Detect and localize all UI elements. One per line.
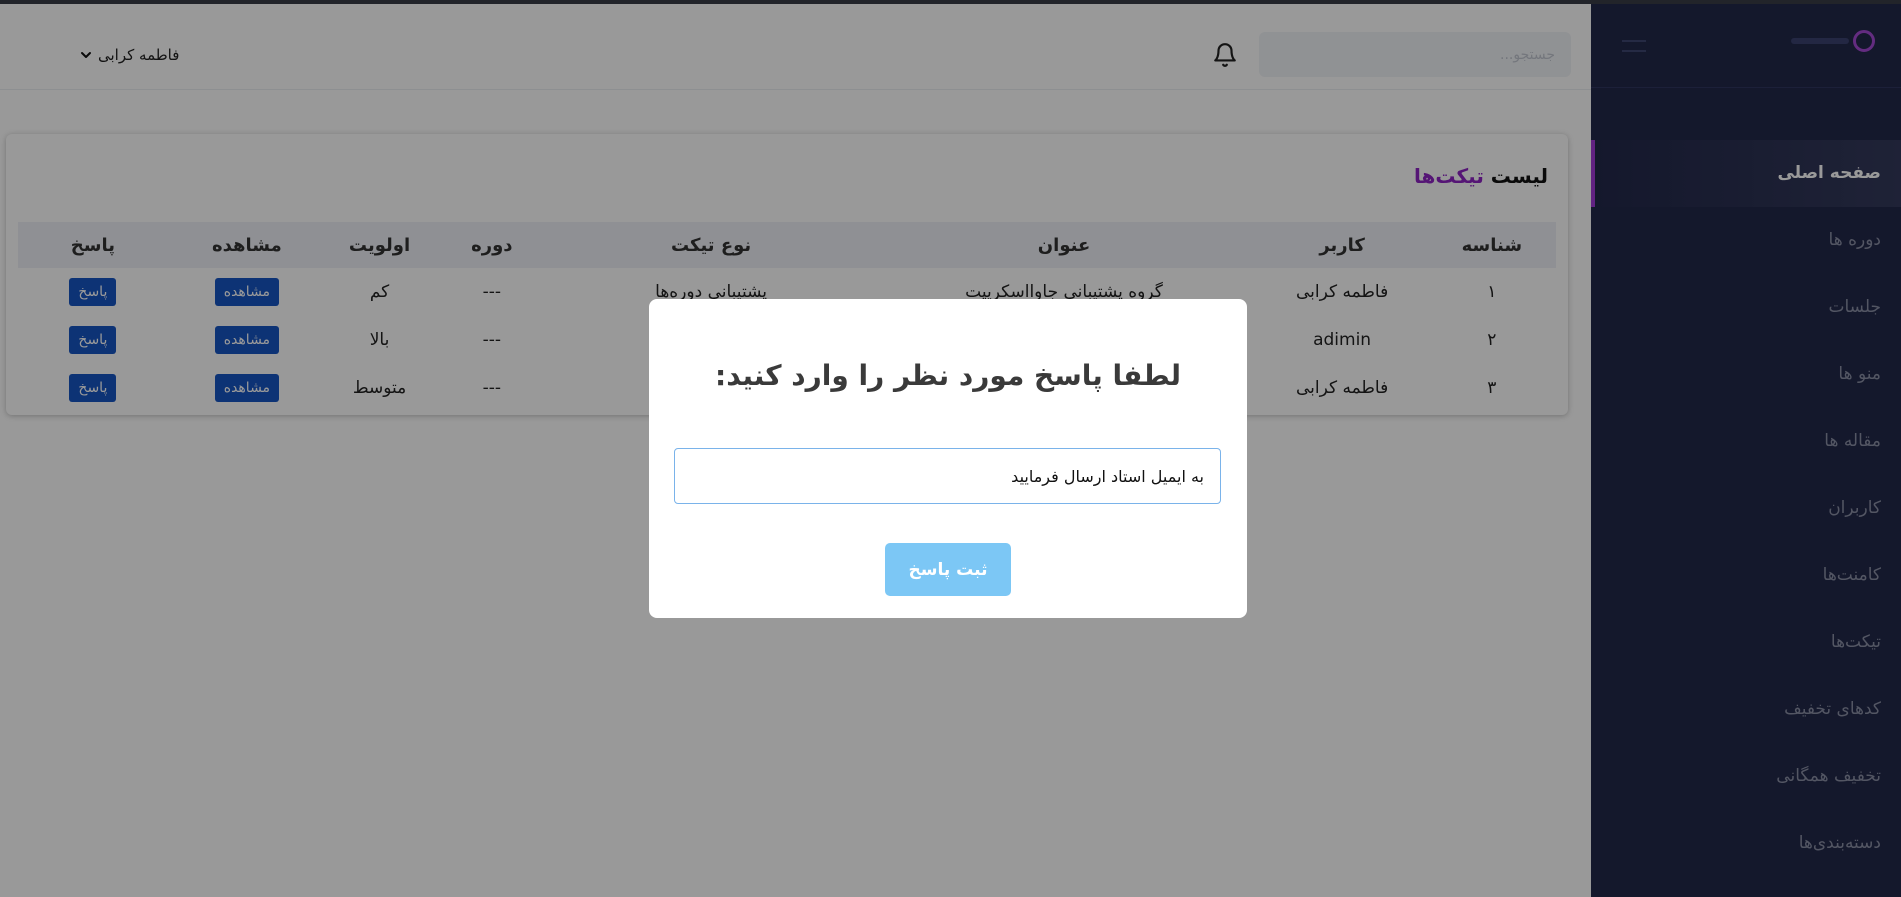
submit-answer-button[interactable]: ثبت پاسخ (885, 543, 1011, 596)
answer-modal: لطفا پاسخ مورد نظر را وارد کنید: ثبت پاس… (649, 299, 1247, 618)
modal-title: لطفا پاسخ مورد نظر را وارد کنید: (715, 359, 1181, 392)
answer-input[interactable] (674, 448, 1221, 504)
